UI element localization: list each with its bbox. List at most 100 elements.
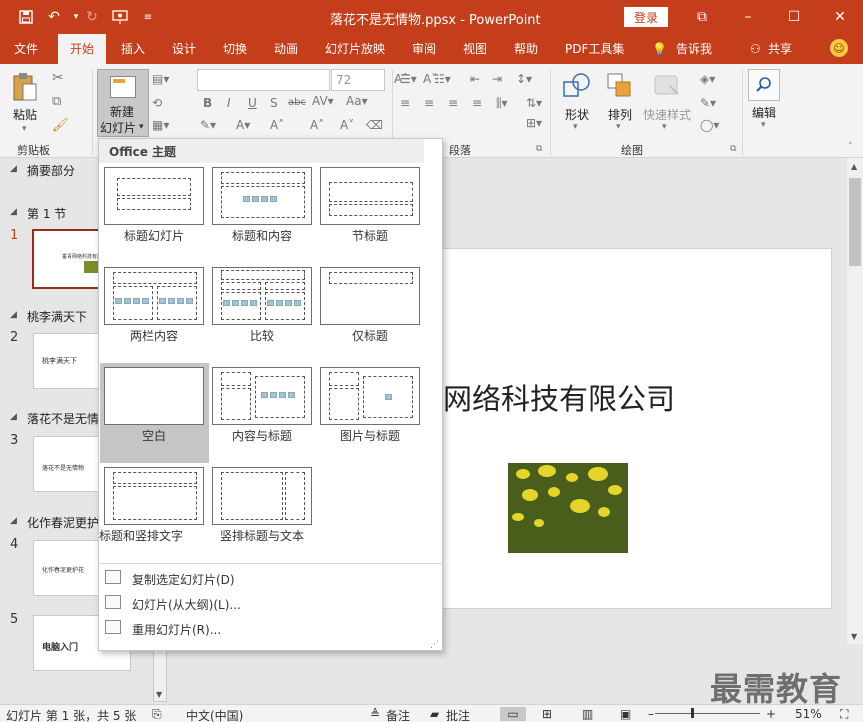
layout-label[interactable]: 节标题 <box>315 227 425 244</box>
feedback-smiley-icon[interactable]: ☺ <box>830 39 848 57</box>
editing-label[interactable]: 编辑 <box>752 104 776 121</box>
layout-section-header[interactable] <box>320 167 420 225</box>
zoom-out-icon[interactable]: – <box>648 707 654 721</box>
reading-view-icon[interactable]: ▥ <box>582 707 593 721</box>
tab-insert[interactable]: 插入 <box>121 34 145 64</box>
layout-label[interactable]: 标题和内容 <box>207 227 317 244</box>
paste-icon[interactable] <box>12 72 38 102</box>
clear-format-icon[interactable]: ⌫ <box>366 118 383 132</box>
layout-title-slide[interactable] <box>104 167 204 225</box>
layout-title-content[interactable] <box>212 167 312 225</box>
scroll-down-icon[interactable]: ▼ <box>156 690 162 699</box>
layout-blank[interactable] <box>104 367 204 425</box>
language-status[interactable]: 中文(中国) <box>186 707 243 722</box>
close-icon[interactable]: ✕ <box>820 4 860 30</box>
bullets-icon[interactable]: ☰▾ <box>400 72 417 86</box>
layout-comparison[interactable] <box>212 267 312 325</box>
enlarge-icon[interactable]: A˄ <box>270 118 284 132</box>
layout-label[interactable]: 图片与标题 <box>315 427 425 444</box>
font-name-select[interactable] <box>197 69 330 91</box>
tab-transitions[interactable]: 切换 <box>223 34 247 64</box>
layout-title-vertical-text[interactable] <box>104 467 204 525</box>
notes-icon[interactable]: ≜ <box>370 707 380 721</box>
layout-label[interactable]: 内容与标题 <box>207 427 317 444</box>
minimize-icon[interactable]: – <box>728 4 768 30</box>
arrange-icon[interactable] <box>606 72 634 100</box>
format-painter-icon[interactable]: 🖌 <box>52 118 69 133</box>
slideshow-icon[interactable]: ▣ <box>620 707 631 721</box>
highlight-icon[interactable]: ✎▾ <box>200 118 216 132</box>
login-button[interactable]: 登录 <box>624 7 668 27</box>
copy-icon[interactable]: ⧉ <box>52 94 61 109</box>
smartart-icon[interactable]: ⊞▾ <box>526 116 542 130</box>
tab-file[interactable]: 文件 <box>14 34 38 64</box>
columns-icon[interactable]: ⫼▾ <box>496 96 508 111</box>
line-spacing-icon[interactable]: ↕▾ <box>516 72 532 86</box>
align-left-icon[interactable]: ≡ <box>400 96 410 110</box>
shape-fill-icon[interactable]: ◈▾ <box>700 72 715 86</box>
justify-icon[interactable]: ≡ <box>472 96 482 110</box>
section-icon[interactable]: ▦▾ <box>152 118 169 132</box>
paste-dropdown-icon[interactable]: ▾ <box>22 124 27 134</box>
shapes-dropdown-icon[interactable]: ▾ <box>573 122 578 132</box>
font-size-select[interactable]: 72 <box>331 69 385 91</box>
bold-icon[interactable]: B <box>203 96 212 110</box>
tab-view[interactable]: 视图 <box>463 34 487 64</box>
layout-label[interactable]: 标题和竖排文字 <box>99 527 183 544</box>
shape-effects-icon[interactable]: ◯▾ <box>700 118 719 132</box>
tell-me-search[interactable]: 告诉我 <box>676 34 712 64</box>
shapes-icon[interactable] <box>562 72 592 100</box>
section-header[interactable]: 第 1 节 <box>27 205 66 222</box>
paste-label[interactable]: 粘贴 <box>13 106 37 123</box>
quick-styles-label[interactable]: 快速样式 <box>643 106 691 123</box>
tab-home[interactable]: 开始 <box>58 34 107 64</box>
spellcheck-icon[interactable]: ⎘ <box>152 707 162 722</box>
shape-outline-icon[interactable]: ✎▾ <box>700 96 716 110</box>
font-shrink-icon[interactable]: A˅ <box>340 118 354 132</box>
shapes-label[interactable]: 形状 <box>565 106 589 123</box>
ribbon-display-icon[interactable]: ⧉ <box>682 4 722 30</box>
scroll-up-icon[interactable]: ▲ <box>851 162 857 171</box>
slides-from-outline-menu-item[interactable]: 幻灯片(从大纲)(L)... <box>132 596 241 613</box>
text-direction-icon[interactable]: ⇅▾ <box>526 96 542 110</box>
collapse-ribbon-icon[interactable]: ˄ <box>848 142 853 152</box>
save-icon[interactable] <box>16 7 36 27</box>
tab-animations[interactable]: 动画 <box>274 34 298 64</box>
italic-icon[interactable]: I <box>227 96 231 110</box>
section-header[interactable]: 桃李满天下 <box>27 308 87 325</box>
tab-pdf-tools[interactable]: PDF工具集 <box>565 34 624 64</box>
slide-sorter-icon[interactable]: ⊞ <box>542 707 552 721</box>
align-right-icon[interactable]: ≡ <box>448 96 458 110</box>
quick-styles-dropdown-icon[interactable]: ▾ <box>662 122 667 132</box>
layout-picture-with-caption[interactable] <box>320 367 420 425</box>
change-case-icon[interactable]: Aa▾ <box>346 94 368 108</box>
reset-icon[interactable]: ⟲ <box>152 96 162 110</box>
drawing-launcher-icon[interactable]: ⧉ <box>730 144 736 154</box>
font-size-alt-icon[interactable]: A˄ <box>310 118 324 132</box>
layout-content-with-caption[interactable] <box>212 367 312 425</box>
layout-label[interactable]: 仅标题 <box>315 327 425 344</box>
layout-label[interactable]: 两栏内容 <box>99 327 209 344</box>
increase-indent-icon[interactable]: ⇥ <box>492 72 502 86</box>
layout-label[interactable]: 标题幻灯片 <box>99 227 209 244</box>
slide-canvas[interactable] <box>400 248 832 609</box>
duplicate-slide-menu-item[interactable]: 复制选定幻灯片(D) <box>132 571 235 588</box>
reuse-slides-menu-item[interactable]: 重用幻灯片(R)... <box>132 621 221 638</box>
collapse-section-icon[interactable]: ◢ <box>10 516 17 526</box>
align-center-icon[interactable]: ≡ <box>424 96 434 110</box>
customize-icon[interactable]: ≡ <box>138 7 158 27</box>
normal-view-icon[interactable]: ▭ <box>500 707 526 721</box>
section-header[interactable]: 摘要部分 <box>27 162 75 179</box>
maximize-icon[interactable]: ☐ <box>774 4 814 30</box>
tab-slideshow[interactable]: 幻灯片放映 <box>325 34 385 64</box>
numbering-icon[interactable]: ☷▾ <box>434 72 451 86</box>
zoom-slider[interactable] <box>655 713 760 714</box>
collapse-section-icon[interactable]: ◢ <box>10 310 17 320</box>
share-button[interactable]: 共享 <box>768 34 792 64</box>
tab-review[interactable]: 审阅 <box>412 34 436 64</box>
layout-vertical-title-text[interactable] <box>212 467 312 525</box>
zoom-slider-handle[interactable] <box>691 708 694 718</box>
decrease-indent-icon[interactable]: ⇤ <box>470 72 480 86</box>
comments-button[interactable]: 批注 <box>446 707 470 722</box>
char-spacing-icon[interactable]: AV▾ <box>312 94 334 108</box>
